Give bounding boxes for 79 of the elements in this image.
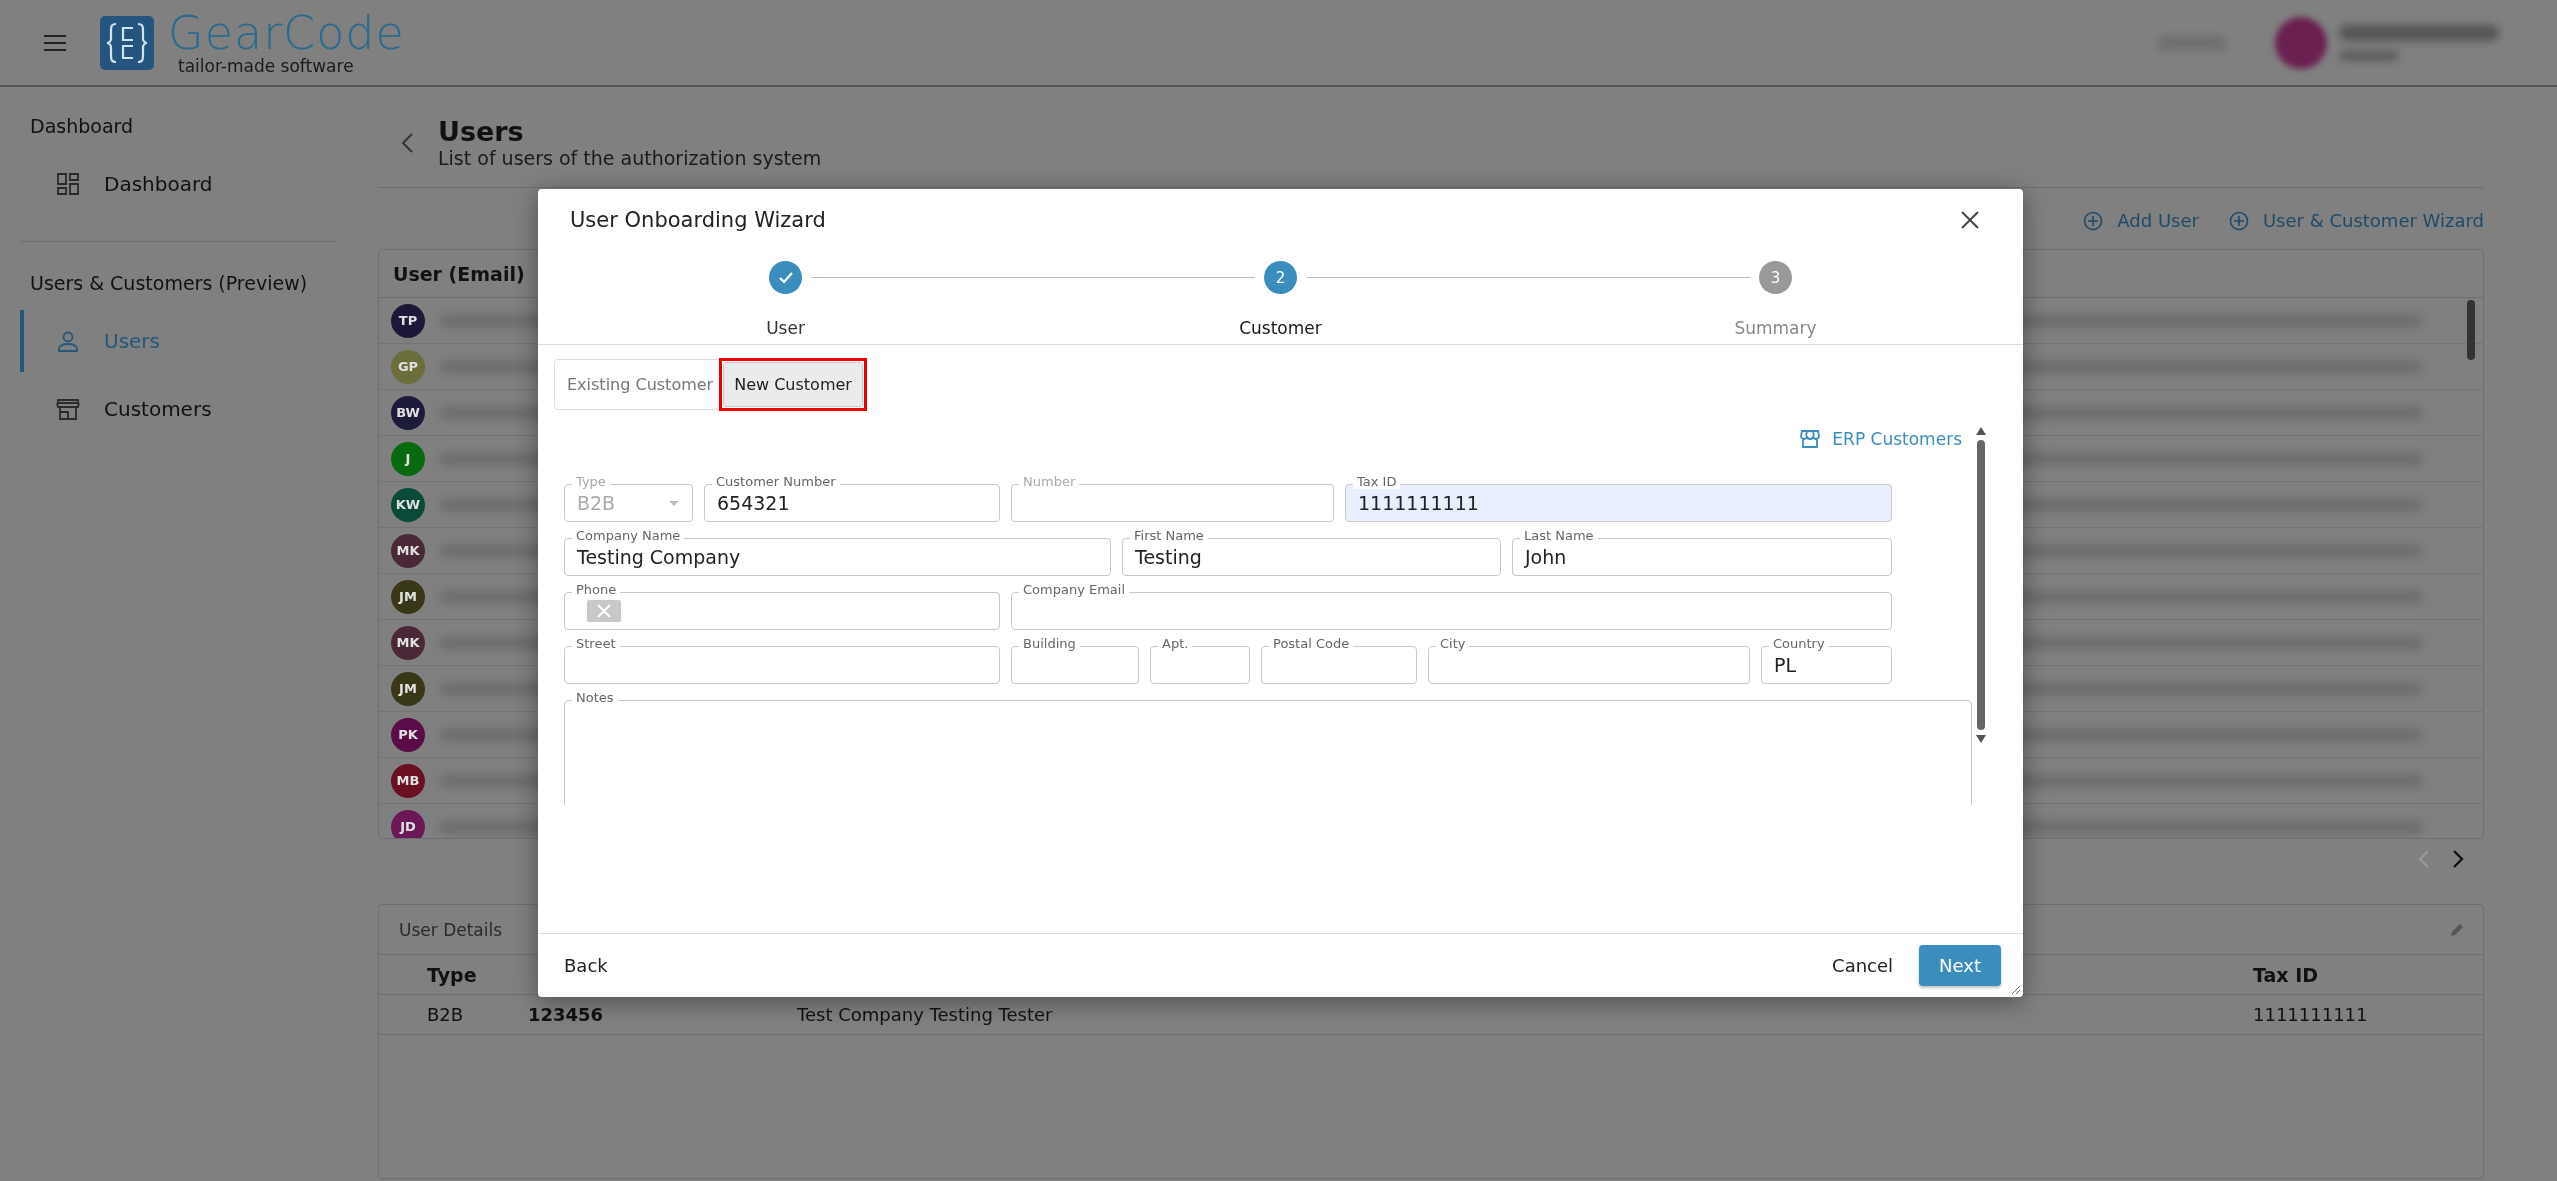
section-title: Dashboard — [29, 114, 135, 139]
avatar: J — [391, 441, 425, 476]
back-button[interactable]: Back — [560, 947, 612, 984]
section-title: Users & Customers (Preview) — [29, 271, 309, 296]
table-cell-text: Test Company Testing Tester — [797, 1004, 1054, 1025]
edit-icon[interactable] — [2449, 921, 2465, 938]
field-label: Phone — [572, 582, 621, 597]
field-label: Company Name — [572, 528, 685, 543]
table-cell-text: 123456 — [528, 1004, 605, 1025]
field-label: Building — [1019, 636, 1080, 651]
store-icon — [1800, 430, 1821, 448]
blurred-text — [2339, 50, 2399, 61]
resize-handle-icon[interactable] — [2011, 985, 2021, 995]
avatar: KW — [391, 487, 425, 522]
scroll-down-icon[interactable] — [1975, 734, 1987, 744]
sidebar-item[interactable]: Dashboard — [20, 153, 336, 215]
table-cell-text: 1111111111 — [2253, 1004, 2369, 1025]
field-label: Country — [1769, 636, 1829, 651]
step-label[interactable]: Customer — [1239, 318, 1322, 338]
avatar: BW — [391, 395, 425, 430]
logo-title: GearCode — [168, 10, 405, 56]
step-label[interactable]: User — [766, 318, 805, 338]
input-field[interactable] — [564, 592, 1000, 630]
cancel-button[interactable]: Cancel — [1828, 947, 1898, 984]
logo-icon — [100, 15, 154, 70]
avatar: JM — [391, 671, 425, 706]
column-header: Tax ID — [2253, 963, 2320, 986]
input-field[interactable] — [1261, 646, 1417, 684]
sidebar-item[interactable]: Customers — [20, 378, 336, 440]
avatar: JM — [391, 579, 425, 614]
column-header: User (Email) — [393, 262, 525, 285]
input-field[interactable] — [564, 700, 1972, 805]
field-label: Company Email — [1019, 582, 1130, 597]
field-label: Tax ID — [1353, 474, 1401, 489]
step-indicator: 2 — [1264, 261, 1297, 294]
user-icon — [56, 329, 80, 353]
field-label: Notes — [572, 690, 618, 705]
next-button[interactable]: Next — [1919, 945, 2001, 986]
close-icon[interactable] — [1961, 211, 1979, 229]
toggle-option[interactable]: New Customer — [723, 362, 863, 407]
page-subtitle: List of users of the authorization system — [438, 147, 822, 169]
field-label: Type — [572, 474, 610, 489]
field-label: Number — [1019, 474, 1080, 489]
step-indicator: 3 — [1759, 261, 1792, 294]
avatar[interactable] — [2275, 16, 2327, 69]
field-label: Last Name — [1520, 528, 1598, 543]
avatar: MK — [391, 533, 425, 568]
field-label: Customer Number — [712, 474, 840, 489]
step-label[interactable]: Summary — [1734, 318, 1817, 338]
scroll-up-icon[interactable] — [1975, 426, 1987, 436]
field-label: City — [1436, 636, 1470, 651]
dialog-title: User Onboarding Wizard — [570, 208, 826, 232]
flag-placeholder-icon — [587, 600, 621, 622]
previous-page-icon[interactable] — [2418, 849, 2430, 869]
dashboard-icon — [56, 172, 80, 196]
input-field[interactable] — [564, 646, 1000, 684]
avatar: MK — [391, 625, 425, 660]
field-label: Apt. — [1158, 636, 1193, 651]
logo-tagline: tailor-made software — [178, 58, 355, 75]
menu-icon[interactable] — [44, 34, 66, 51]
field-label: First Name — [1130, 528, 1208, 543]
page-title: Users — [438, 116, 525, 147]
tab[interactable]: User Details — [399, 905, 503, 954]
back-icon[interactable] — [400, 131, 414, 154]
column-header: Type — [427, 963, 478, 986]
field-label: Postal Code — [1269, 636, 1354, 651]
add-icon — [2228, 210, 2249, 231]
store-icon — [56, 397, 80, 421]
avatar: MB — [391, 763, 425, 798]
avatar: TP — [391, 303, 425, 338]
dropdown-caret-icon — [668, 499, 680, 507]
avatar: JD — [391, 809, 425, 838]
add-icon — [2083, 210, 2104, 231]
avatar: PK — [391, 717, 425, 752]
erp-customers-link[interactable]: ERP Customers — [1800, 426, 1962, 452]
field-label: Street — [572, 636, 620, 651]
next-page-icon[interactable] — [2452, 849, 2464, 869]
table-cell-text: B2B — [427, 1004, 465, 1025]
avatar: GP — [391, 349, 425, 384]
